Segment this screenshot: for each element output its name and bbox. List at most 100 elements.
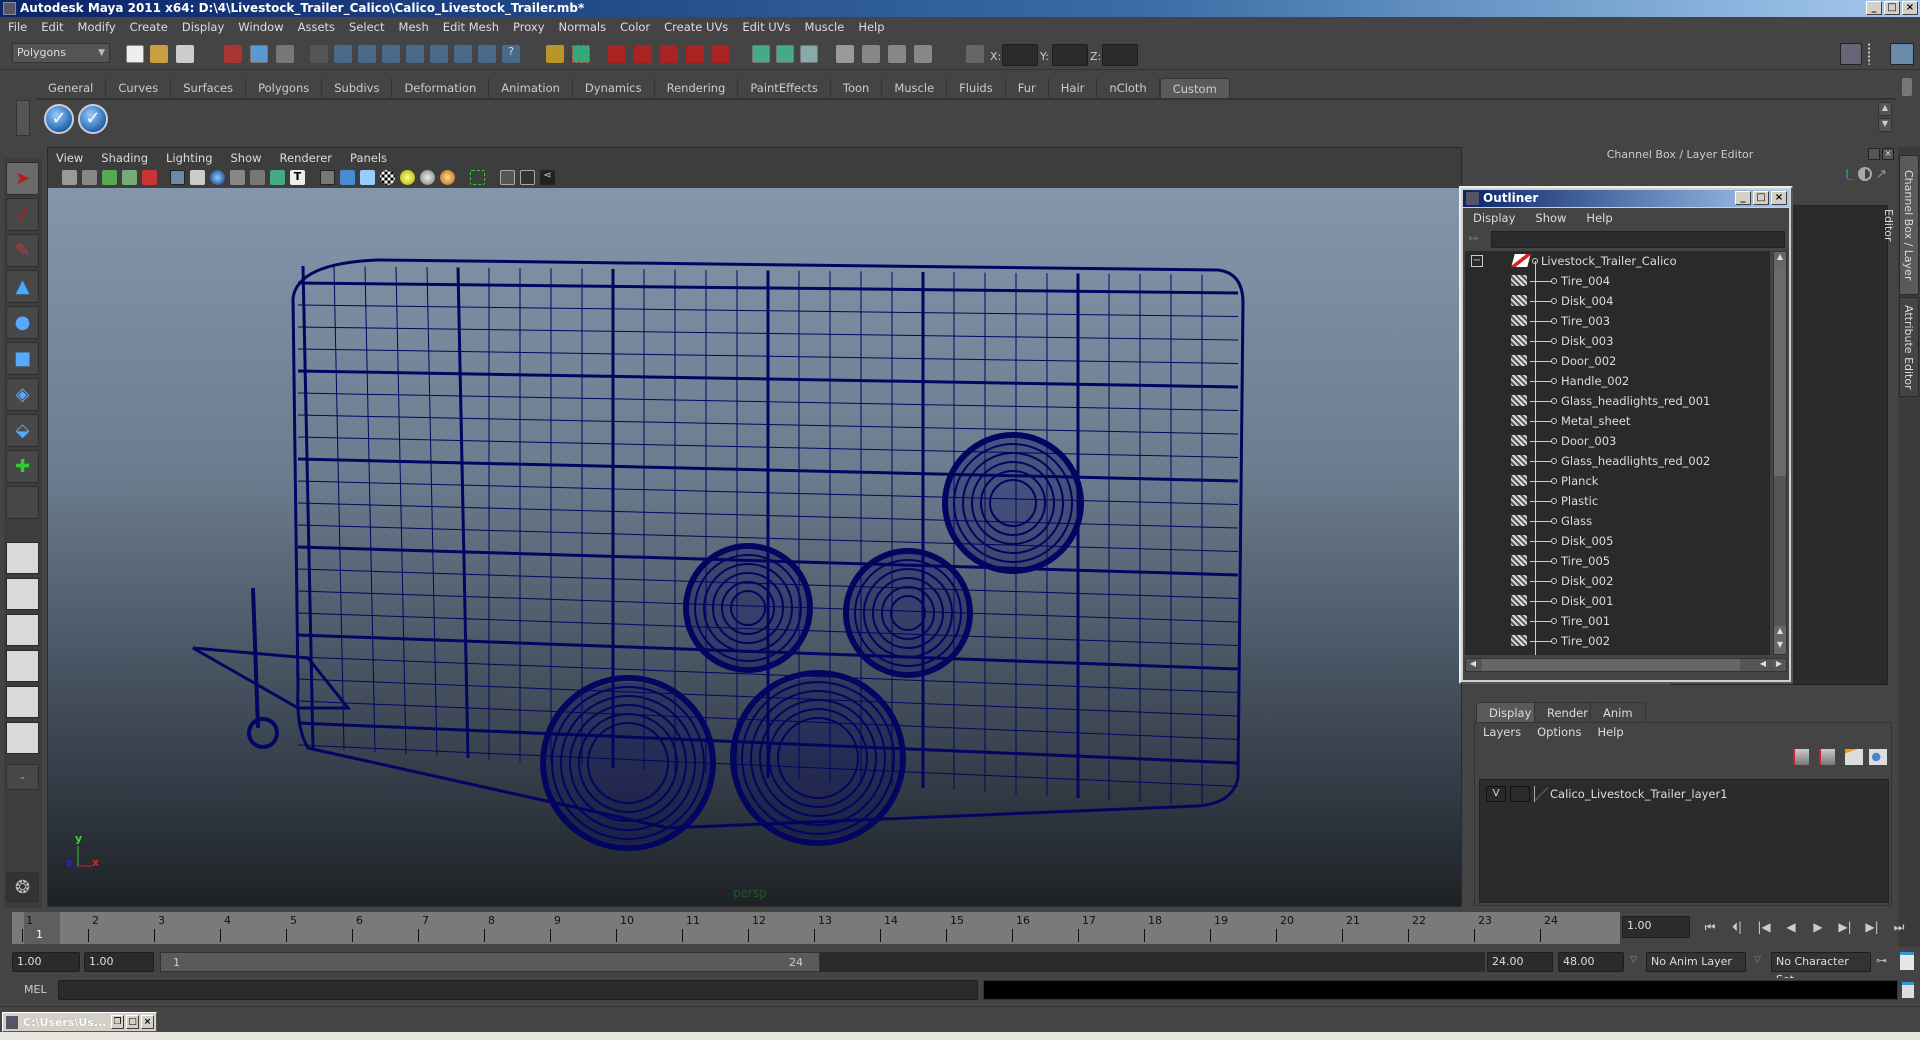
anim-layer-dropdown[interactable]: No Anim Layer [1646, 952, 1746, 972]
shelf-tab-surfaces[interactable]: Surfaces [171, 78, 247, 98]
render-settings-icon[interactable] [914, 45, 932, 63]
grid-toggle-icon[interactable] [170, 170, 185, 185]
xray-icon[interactable] [500, 170, 515, 185]
shelf-tab-deformation[interactable]: Deformation [392, 78, 490, 98]
lock-icon[interactable] [546, 45, 564, 63]
shelf-tab-custom[interactable]: Custom [1159, 78, 1230, 98]
select-handles-icon[interactable] [334, 45, 352, 63]
camera-bookmark-icon[interactable] [82, 170, 97, 185]
restore-button[interactable]: ❐ [111, 1015, 124, 1029]
outliner-persp-layout-icon[interactable] [6, 614, 39, 646]
image-plane-icon[interactable] [102, 170, 117, 185]
shelf-menu-button[interactable] [16, 100, 30, 136]
shelf-tab-polygons[interactable]: Polygons [246, 78, 323, 98]
step-back-frame-button[interactable]: |◀ [1756, 918, 1772, 936]
channel-box-toggle-icon[interactable] [1890, 43, 1914, 65]
transform-input-icon[interactable] [966, 45, 984, 63]
scroll-left-button[interactable]: ◀ [1756, 659, 1770, 671]
trash-icon[interactable] [1902, 78, 1912, 96]
viewport-menu-renderer[interactable]: Renderer [280, 151, 333, 165]
filter-options-icon[interactable]: ▸▸ [1469, 233, 1485, 247]
menu-muscle[interactable]: Muscle [805, 20, 845, 34]
high-quality-rendering-icon[interactable] [440, 170, 455, 185]
character-set-dropdown[interactable]: No Character Set [1771, 952, 1871, 986]
layer-playback-toggle[interactable] [1510, 786, 1530, 802]
menu-modify[interactable]: Modify [78, 20, 116, 34]
layer-menu-options[interactable]: Options [1537, 725, 1581, 739]
open-scene-icon[interactable] [150, 45, 168, 63]
tree-item[interactable]: Tire_004 [1465, 271, 1770, 291]
menu-set-dropdown[interactable]: Polygons ▼ [12, 43, 110, 63]
tree-item[interactable]: Glass_headlights_red_001 [1465, 391, 1770, 411]
snap-curve-icon[interactable] [634, 45, 652, 63]
tree-item[interactable]: Disk_001 [1465, 591, 1770, 611]
select-dynamics-icon[interactable] [454, 45, 472, 63]
viewport-menu-view[interactable]: View [56, 151, 83, 165]
new-empty-layer-icon[interactable] [1845, 749, 1863, 765]
playback-start-field[interactable]: 1.00 [84, 952, 154, 972]
smooth-shade-icon[interactable] [340, 170, 355, 185]
tree-item[interactable]: Glass [1465, 511, 1770, 531]
play-forward-button[interactable]: ▶ [1810, 918, 1826, 936]
y-coordinate-field[interactable] [1052, 44, 1088, 66]
shelf-tab-curves[interactable]: Curves [106, 78, 172, 98]
shelf-tab-toon[interactable]: Toon [830, 78, 883, 98]
select-tool-icon[interactable]: ➤ [6, 162, 39, 195]
outliner-filter-input[interactable] [1491, 231, 1785, 248]
last-tool-slot[interactable] [6, 486, 39, 519]
select-joints-icon[interactable] [358, 45, 376, 63]
output-ops-icon[interactable] [776, 45, 794, 63]
menu-display[interactable]: Display [182, 20, 224, 34]
input-ops-icon[interactable] [752, 45, 770, 63]
chevron-down-icon[interactable]: ▽ [1754, 955, 1761, 965]
field-chart-icon[interactable] [250, 170, 265, 185]
script-editor-icon[interactable] [1902, 982, 1914, 998]
save-scene-icon[interactable] [176, 45, 194, 63]
key-icon[interactable]: ⊶ [1876, 954, 1887, 967]
wireframe-on-shaded-icon[interactable] [360, 170, 375, 185]
four-view-layout-icon[interactable] [6, 578, 39, 610]
z-coordinate-field[interactable] [1102, 44, 1138, 66]
maximize-button[interactable]: □ [1884, 1, 1900, 15]
construction-history-icon[interactable] [800, 45, 818, 63]
viewport-canvas[interactable]: y x z persp [48, 188, 1461, 906]
outliner-horizontal-scrollbar[interactable]: ◀ ◀ ▶ [1465, 658, 1787, 672]
render-current-frame-icon[interactable] [862, 45, 880, 63]
show-manipulator-icon[interactable]: ✚ [6, 450, 39, 483]
tab-channel-box-layer-editor[interactable]: Channel Box / Layer Editor [1882, 155, 1919, 295]
shelf-tab-fluids[interactable]: Fluids [947, 78, 1006, 98]
tree-item[interactable]: Glass_headlights_red_002 [1465, 451, 1770, 471]
tree-item[interactable]: Plastic [1465, 491, 1770, 511]
layer-visibility-toggle[interactable]: V [1486, 786, 1506, 802]
playback-end-field[interactable]: 24.00 [1487, 952, 1553, 972]
tree-item[interactable]: Metal_sheet [1465, 411, 1770, 431]
grease-pencil-icon[interactable] [142, 170, 157, 185]
tree-item-root[interactable]: − Livestock_Trailer_Calico [1465, 251, 1770, 271]
layer-menu-layers[interactable]: Layers [1483, 725, 1521, 739]
lasso-tool-icon[interactable]: ➶ [6, 198, 39, 231]
isolate-select-icon[interactable] [470, 170, 485, 185]
shelf-tab-ncloth[interactable]: nCloth [1097, 78, 1160, 98]
outliner-maximize-button[interactable]: □ [1753, 191, 1769, 205]
outliner-menu-show[interactable]: Show [1535, 211, 1566, 225]
tree-item[interactable]: Door_003 [1465, 431, 1770, 451]
outliner-menu-help[interactable]: Help [1586, 211, 1612, 225]
tree-item[interactable]: Planck [1465, 471, 1770, 491]
new-layer-selected-icon[interactable] [1869, 749, 1887, 765]
manipulator-display-icon[interactable] [1858, 167, 1872, 181]
shelf-tab-general[interactable]: General [36, 78, 107, 98]
outliner-vertical-scrollbar[interactable]: ▲ ▲ ▼ [1773, 251, 1787, 655]
film-gate-icon[interactable] [190, 170, 205, 185]
viewport-menu-panels[interactable]: Panels [350, 151, 387, 165]
tool-settings-toggle-icon[interactable] [1868, 43, 1882, 65]
scroll-thumb[interactable] [1482, 659, 1740, 671]
outliner-menu-display[interactable]: Display [1473, 211, 1515, 225]
menu-select[interactable]: Select [349, 20, 384, 34]
collapse-icon[interactable]: − [1471, 255, 1483, 267]
time-slider[interactable]: 1 1 2 3 4 5 6 7 8 9 10 11 12 13 14 15 16 17 18 19 20 21 22 23 2… [12, 912, 1620, 944]
menu-help[interactable]: Help [858, 20, 884, 34]
shelf-tab-hair[interactable]: Hair [1048, 78, 1098, 98]
layer-color-swatch[interactable] [1534, 786, 1548, 802]
go-to-start-button[interactable]: ⏮ [1702, 918, 1718, 936]
range-slider[interactable]: 1 24 [160, 952, 820, 972]
